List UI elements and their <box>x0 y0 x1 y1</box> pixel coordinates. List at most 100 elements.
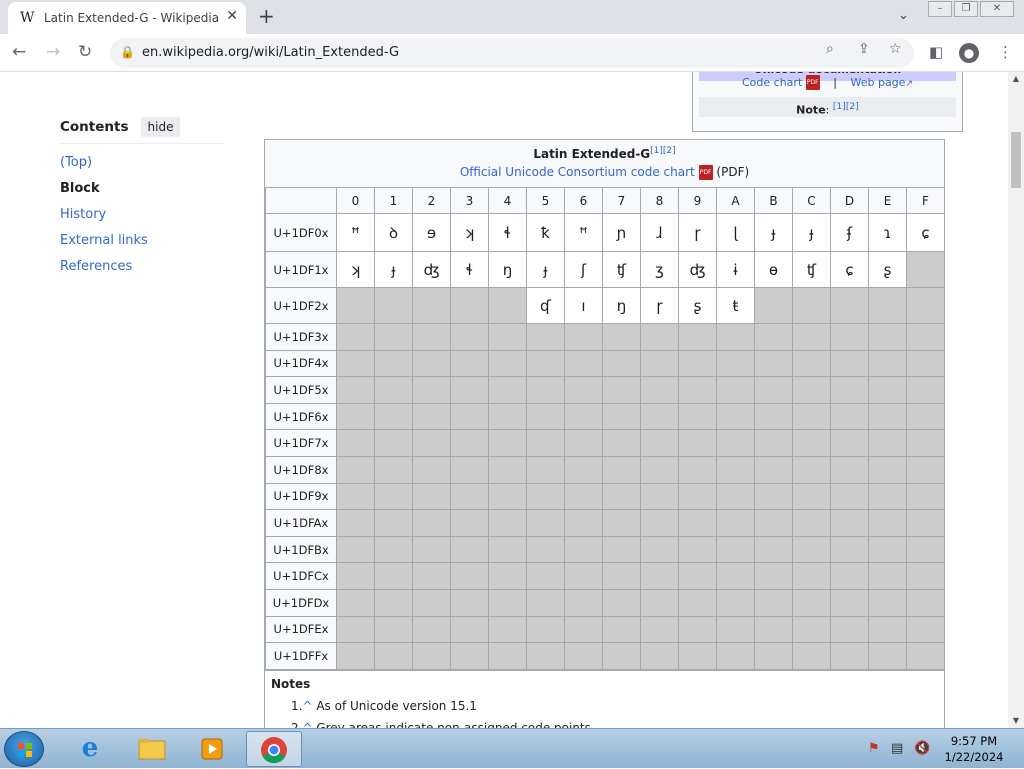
codepoint-cell[interactable]: ŋ <box>488 251 527 288</box>
backlink-caret-icon[interactable]: ^ <box>302 699 316 713</box>
taskbar-media-player[interactable] <box>184 731 240 767</box>
codepoint-cell[interactable]: ʃ <box>564 251 603 288</box>
codepoint-cell[interactable]: ɕ <box>830 251 869 288</box>
taskbar-file-explorer[interactable] <box>124 731 180 767</box>
note-number: 2. <box>291 720 303 728</box>
profile-avatar-icon[interactable]: ● <box>959 43 979 63</box>
codepoint-cell[interactable]: ꝺ <box>374 213 413 252</box>
code-chart-link[interactable]: Code chart PDF <box>742 75 820 90</box>
codepoint-cell[interactable]: ɟ <box>792 213 831 252</box>
scroll-down-arrow-icon[interactable]: ▼ <box>1008 714 1024 728</box>
side-panel-icon[interactable]: ◧ <box>929 43 943 61</box>
codepoint-cell[interactable]: ɕ <box>906 213 945 252</box>
toc-item[interactable]: History <box>60 202 224 228</box>
page-scrollbar[interactable]: ▲ ▼ <box>1008 72 1024 728</box>
toc-hide-button[interactable]: hide <box>140 116 181 137</box>
codepoint-cell[interactable]: ɬ <box>450 251 489 288</box>
codepoint-cell[interactable]: ŋ <box>602 287 641 324</box>
codepoint-cell[interactable]: ŧ <box>716 287 755 324</box>
codepoint-cell[interactable]: ɨ <box>716 251 755 288</box>
codepoint-cell[interactable]: ɼ <box>678 213 717 252</box>
start-button[interactable] <box>4 731 44 767</box>
codepoint-cell[interactable]: ɲ <box>602 213 641 252</box>
codepoint-cell[interactable]: ɘ <box>412 213 451 252</box>
unassigned-cell <box>868 535 907 564</box>
codepoint-cell[interactable]: ʂ <box>678 287 717 324</box>
unassigned-cell <box>488 535 527 564</box>
backlink-caret-icon[interactable]: ^ <box>302 721 316 728</box>
codepoint-cell[interactable]: ɼ <box>640 287 679 324</box>
share-icon[interactable]: ⇪ <box>858 41 870 57</box>
codepoint-cell[interactable]: ɟ <box>526 251 565 288</box>
codepoint-cell[interactable]: ɭ <box>716 213 755 252</box>
codepoint-cell[interactable]: ı <box>564 287 603 324</box>
unassigned-cell <box>412 562 451 590</box>
note-refs[interactable]: [1][2] <box>833 101 859 112</box>
codepoint-cell[interactable]: ʧ <box>792 251 831 288</box>
back-arrow-icon[interactable]: ← <box>12 42 26 62</box>
unassigned-cell <box>906 588 945 617</box>
codepoint-cell[interactable]: ʤ <box>412 251 451 288</box>
window-close-icon[interactable]: ✕ <box>980 1 1014 17</box>
official-chart-link[interactable]: Official Unicode Consortium code chart <box>460 165 695 179</box>
unassigned-cell <box>488 615 527 644</box>
note-text: Grey areas indicate non-assigned code po… <box>316 720 591 728</box>
codepoint-cell[interactable]: ʄ <box>830 213 869 252</box>
close-tab-icon[interactable]: ✕ <box>226 8 238 24</box>
unassigned-cell <box>450 323 489 351</box>
codepoint-cell[interactable]: ɟ <box>374 251 413 288</box>
browser-tab[interactable]: W Latin Extended-G - Wikipedia ✕ <box>8 2 246 34</box>
unassigned-cell <box>830 287 869 324</box>
toc-item[interactable]: References <box>60 254 224 280</box>
unassigned-cell <box>868 588 907 617</box>
forward-arrow-icon[interactable]: → <box>46 42 60 62</box>
codepoint-cell[interactable]: ɿ <box>868 213 907 252</box>
toc-item[interactable]: External links <box>60 228 224 254</box>
codepoint-cell[interactable]: ɺ <box>640 213 679 252</box>
new-tab-icon[interactable]: + <box>258 4 275 28</box>
unassigned-cell <box>830 349 869 378</box>
codepoint-cell[interactable]: ꝁ <box>526 213 565 252</box>
search-icon[interactable]: ⌕ <box>826 41 834 57</box>
codepoint-cell[interactable]: ɬ <box>488 213 527 252</box>
unassigned-cell <box>336 535 375 564</box>
codepoint-cell[interactable]: ʞ <box>450 213 489 252</box>
address-bar[interactable]: 🔒 en.wikipedia.org/wiki/Latin_Extended-G <box>110 38 914 68</box>
unassigned-cell <box>336 509 375 537</box>
codepoint-cell[interactable]: ʠ <box>526 287 565 324</box>
unassigned-cell <box>374 349 413 378</box>
taskbar-chrome[interactable] <box>246 731 302 767</box>
codepoint-cell[interactable]: ʞ <box>336 251 375 288</box>
bookmark-star-icon[interactable]: ☆ <box>889 41 902 57</box>
web-page-link[interactable]: Web page↗ <box>850 76 913 89</box>
url-text[interactable]: en.wikipedia.org/wiki/Latin_Extended-G <box>142 45 399 60</box>
codepoint-cell[interactable]: ꟸ <box>564 213 603 252</box>
taskbar-internet-explorer[interactable]: e <box>62 731 118 767</box>
codepoint-cell[interactable]: ʒ <box>640 251 679 288</box>
codepoint-cell[interactable]: ɟ <box>754 213 793 252</box>
lock-icon[interactable]: 🔒 <box>120 45 135 59</box>
toc-item[interactable]: Block <box>60 176 224 202</box>
codepoint-cell[interactable]: ʂ <box>868 251 907 288</box>
unassigned-cell <box>526 376 565 404</box>
toc-item[interactable]: (Top) <box>60 150 224 176</box>
taskbar-clock[interactable]: 9:57 PM 1/22/2024 <box>935 733 1013 765</box>
codepoint-cell[interactable]: ɵ <box>754 251 793 288</box>
tab-search-chevron-icon[interactable]: ⌄ <box>898 8 909 23</box>
action-center-icon[interactable]: ▤ <box>891 741 903 756</box>
menu-kebab-icon[interactable]: ⋮ <box>998 43 1013 61</box>
unassigned-cell <box>374 376 413 404</box>
codepoint-cell[interactable]: ʤ <box>678 251 717 288</box>
scrollbar-thumb[interactable] <box>1011 132 1021 188</box>
chart-title-refs[interactable]: [1][2] <box>650 146 676 156</box>
codepoint-cell[interactable]: ꟸ <box>336 213 375 252</box>
reload-icon[interactable]: ↻ <box>78 42 92 62</box>
unassigned-cell <box>830 323 869 351</box>
minimize-icon[interactable]: – <box>928 1 952 17</box>
codepoint-cell[interactable]: ʧ <box>602 251 641 288</box>
network-error-icon[interactable]: ⚑ <box>868 741 880 756</box>
restore-icon[interactable]: ❐ <box>954 1 978 17</box>
scroll-up-arrow-icon[interactable]: ▲ <box>1008 72 1024 86</box>
unassigned-cell <box>868 287 907 324</box>
volume-muted-icon[interactable]: 🔇 <box>914 741 930 756</box>
